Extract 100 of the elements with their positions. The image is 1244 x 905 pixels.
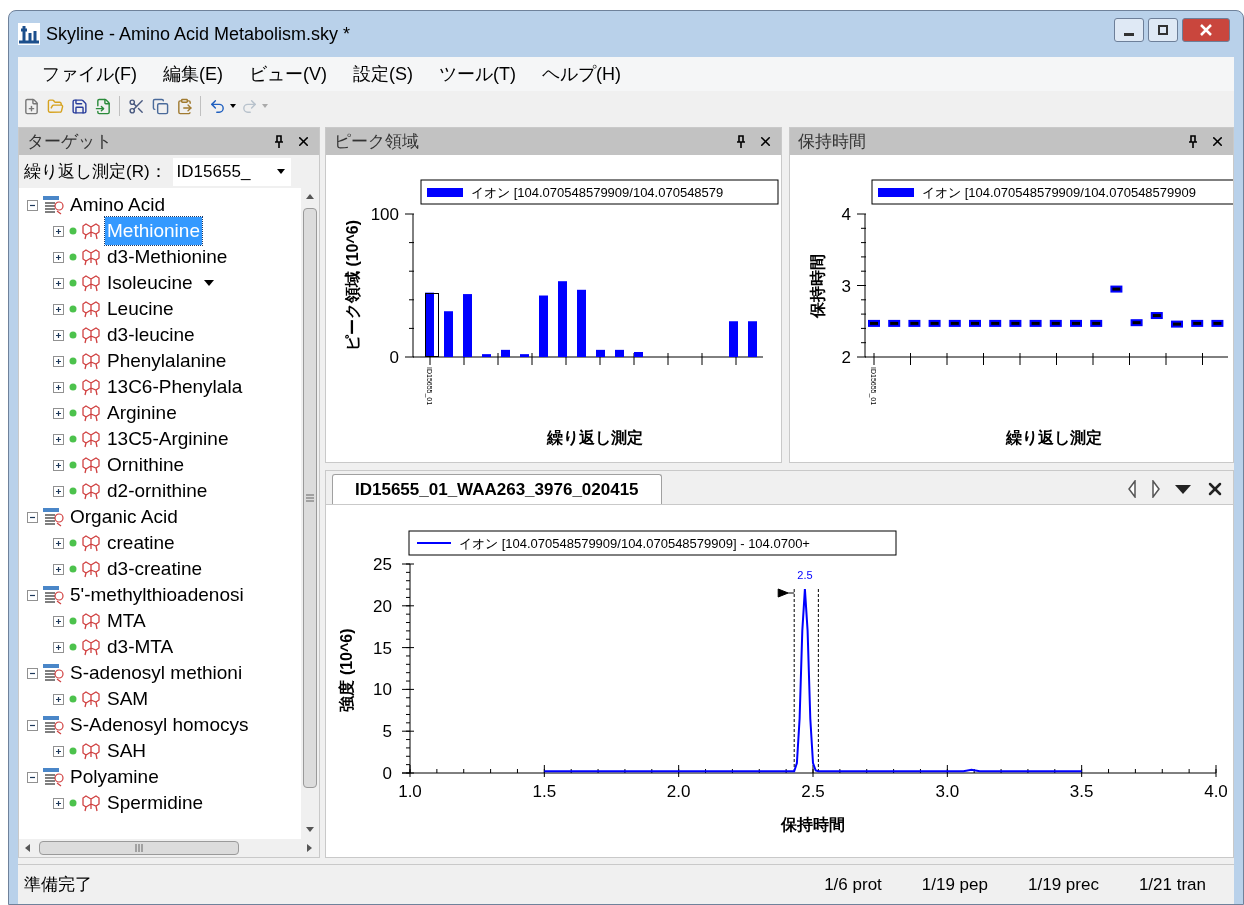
previous-icon[interactable] — [1127, 480, 1137, 498]
dropdown-arrow-icon[interactable] — [276, 169, 285, 174]
expand-icon[interactable] — [53, 329, 64, 341]
molecule-icon — [82, 456, 100, 474]
data-point — [948, 319, 961, 327]
axis-tick-label: 25 — [373, 555, 392, 574]
scrollbar-thumb[interactable] — [303, 208, 317, 788]
scroll-arrow-icon[interactable] — [23, 843, 33, 853]
expand-icon[interactable] — [53, 615, 64, 627]
menu-item[interactable]: ビュー(V) — [249, 60, 327, 88]
bar — [634, 352, 643, 357]
list-icon — [42, 663, 64, 683]
y-axis-title: 保持時間 — [809, 253, 826, 318]
menu-item[interactable]: 設定(S) — [353, 60, 413, 88]
expand-icon[interactable] — [53, 797, 64, 809]
data-point — [1171, 320, 1183, 328]
status-count: 1/19 pep — [921, 873, 988, 896]
document-tab[interactable]: ID15655_01_WAA263_3976_020415 — [332, 474, 662, 504]
close-icon[interactable] — [1210, 134, 1225, 149]
molecule-icon — [82, 274, 100, 292]
collapse-icon[interactable] — [27, 589, 38, 601]
expand-icon[interactable] — [53, 433, 64, 445]
expand-icon[interactable] — [53, 407, 64, 419]
bar — [615, 349, 624, 357]
expand-icon[interactable] — [53, 277, 64, 289]
next-icon[interactable] — [1151, 480, 1161, 498]
status-dot-icon — [69, 799, 77, 807]
pin-icon[interactable] — [274, 135, 284, 148]
axis-tick-label: 2.0 — [666, 782, 691, 801]
peak-marker-icon — [777, 588, 795, 598]
minimize-icon — [1124, 32, 1134, 36]
expand-icon[interactable] — [53, 225, 64, 237]
status-dot-icon — [69, 383, 77, 391]
axis-tick-label: 0 — [389, 348, 399, 367]
axis-tick-label: 4.0 — [1204, 782, 1228, 801]
collapse-icon[interactable] — [27, 199, 38, 211]
close-icon[interactable] — [758, 134, 773, 149]
expand-icon[interactable] — [53, 459, 64, 471]
dropdown-arrow-icon[interactable] — [230, 104, 236, 108]
menu-item[interactable]: ヘルプ(H) — [541, 60, 621, 88]
horizontal-scrollbar[interactable] — [19, 839, 319, 857]
status-dot-icon — [69, 305, 77, 313]
window-title: Skyline - Amino Acid Metabolism.sky * — [46, 22, 352, 46]
close-icon[interactable] — [296, 134, 311, 149]
replicate-dropdown[interactable]: ID15655_ — [172, 157, 291, 186]
axis-tick-label: 2 — [841, 348, 851, 367]
list-icon — [42, 195, 64, 215]
y-axis-title: ピーク領域 (10^6) — [344, 219, 361, 352]
collapse-icon[interactable] — [27, 511, 38, 523]
close-button[interactable] — [1182, 18, 1230, 42]
expand-icon[interactable] — [53, 485, 64, 497]
status-dot-icon — [69, 565, 77, 573]
bar — [444, 311, 453, 357]
collapse-icon[interactable] — [27, 667, 38, 679]
grip-icon — [135, 844, 143, 852]
status-dot-icon — [69, 279, 77, 287]
list-icon — [42, 507, 64, 527]
pin-icon[interactable] — [736, 135, 746, 148]
data-point — [1049, 319, 1062, 327]
expand-icon[interactable] — [53, 355, 64, 367]
axis-tick-label: 1.5 — [532, 782, 557, 801]
expand-icon[interactable] — [53, 745, 64, 757]
expand-icon[interactable] — [53, 537, 64, 549]
menu-item[interactable]: ファイル(F) — [42, 60, 137, 88]
x-axis-title: 繰り返し測定 — [547, 429, 643, 446]
expand-icon[interactable] — [53, 251, 64, 263]
legend-label: イオン [104.070548579909/104.070548579 — [471, 185, 724, 200]
status-dot-icon — [69, 747, 77, 755]
dropdown-arrow-icon[interactable] — [1175, 484, 1191, 494]
bar — [596, 349, 605, 357]
dropdown-arrow-icon[interactable] — [203, 280, 214, 286]
expand-icon[interactable] — [53, 563, 64, 575]
status-dot-icon — [69, 357, 77, 365]
expand-icon[interactable] — [53, 381, 64, 393]
menu-item[interactable]: ツール(T) — [439, 60, 516, 88]
molecule-icon — [82, 742, 100, 760]
status-dot-icon — [69, 539, 77, 547]
menu-item[interactable]: 編集(E) — [163, 60, 223, 88]
scroll-arrow-icon[interactable] — [305, 192, 315, 202]
expand-icon[interactable] — [53, 641, 64, 653]
close-icon — [1200, 24, 1212, 36]
status-count: 1/19 prec — [1028, 873, 1099, 896]
maximize-button[interactable] — [1148, 18, 1178, 42]
expand-icon[interactable] — [53, 303, 64, 315]
scrollbar-thumb[interactable] — [39, 841, 239, 855]
panel-title: ターゲット — [27, 130, 113, 153]
axis-tick-label: 4 — [841, 205, 851, 224]
axis-tick-label: 3 — [841, 276, 851, 296]
collapse-icon[interactable] — [27, 719, 38, 731]
legend-label: イオン [104.070548579909/104.070548579909] - 104.0700+ — [459, 536, 810, 551]
collapse-icon[interactable] — [27, 771, 38, 783]
bar — [520, 354, 529, 357]
peak-label: 2.5 — [797, 569, 813, 582]
bar — [748, 321, 757, 357]
status-dot-icon — [69, 643, 77, 651]
status-count: 1/6 prot — [824, 873, 882, 896]
pin-icon[interactable] — [1188, 135, 1198, 148]
x-axis-title: 保持時間 — [781, 816, 845, 833]
minimize-button[interactable] — [1114, 18, 1144, 42]
expand-icon[interactable] — [53, 693, 64, 705]
